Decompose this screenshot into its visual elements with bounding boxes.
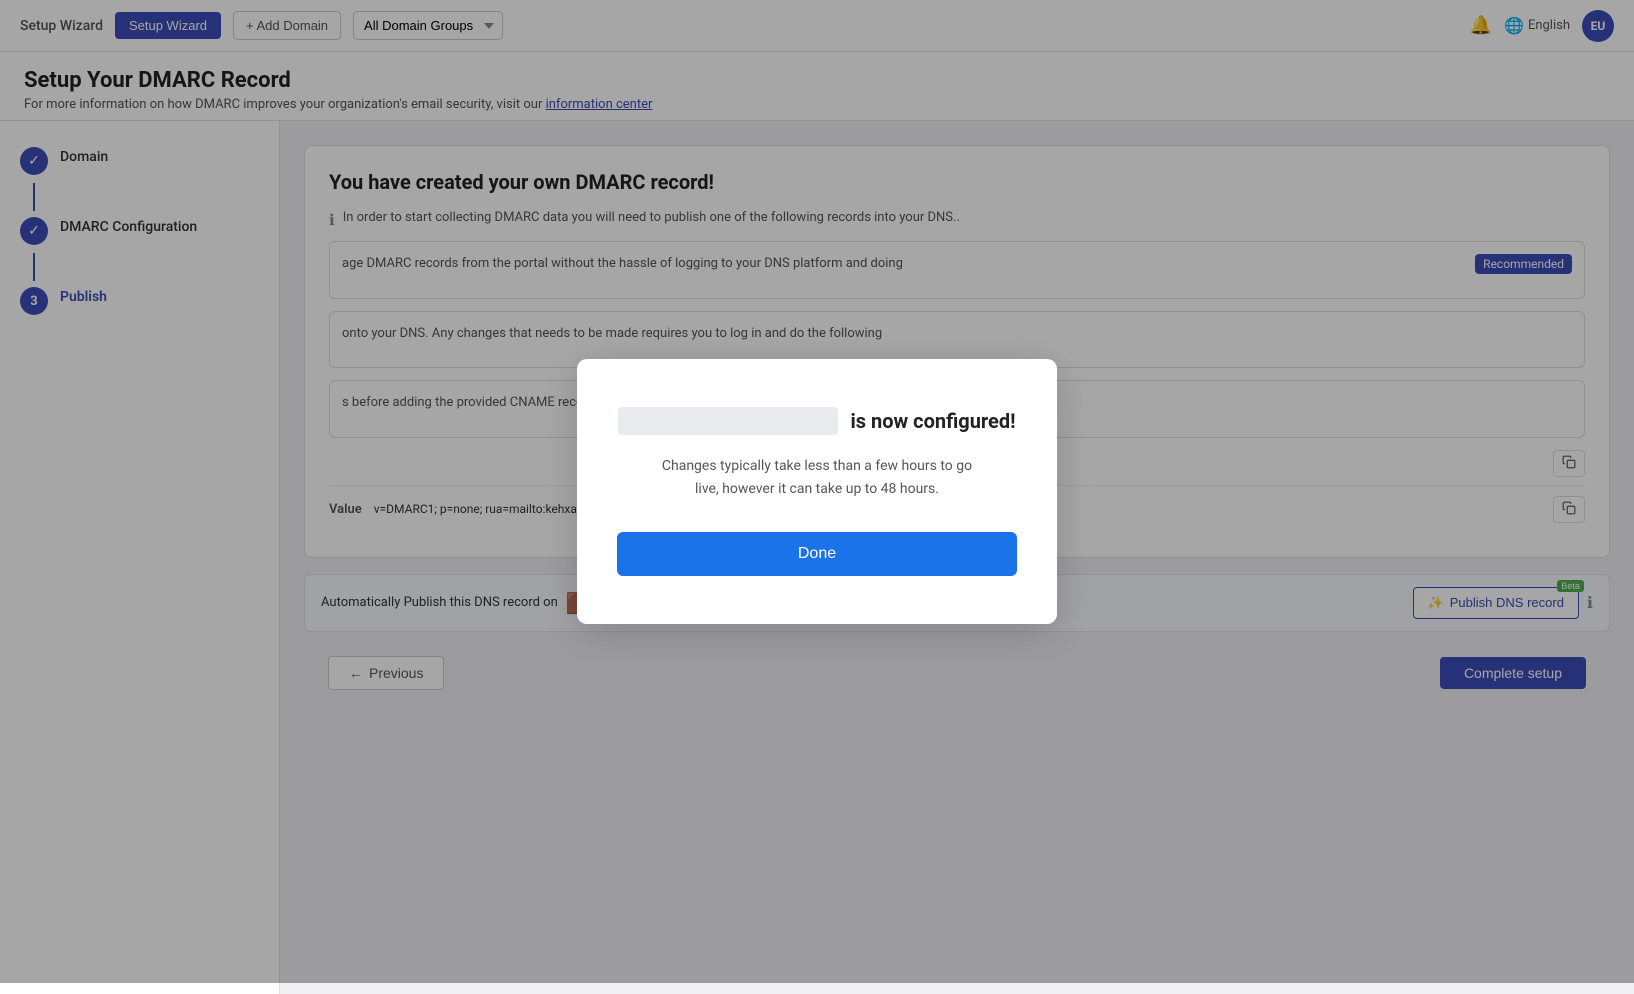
modal-body-text: Changes typically take less than a few h… xyxy=(617,455,1017,500)
modal-title: is now configured! xyxy=(617,407,1017,435)
success-modal: is now configured! Changes typically tak… xyxy=(577,359,1057,624)
modal-domain-bar xyxy=(618,407,838,435)
modal-done-button[interactable]: Done xyxy=(617,532,1017,576)
modal-overlay[interactable]: is now configured! Changes typically tak… xyxy=(0,0,1634,983)
